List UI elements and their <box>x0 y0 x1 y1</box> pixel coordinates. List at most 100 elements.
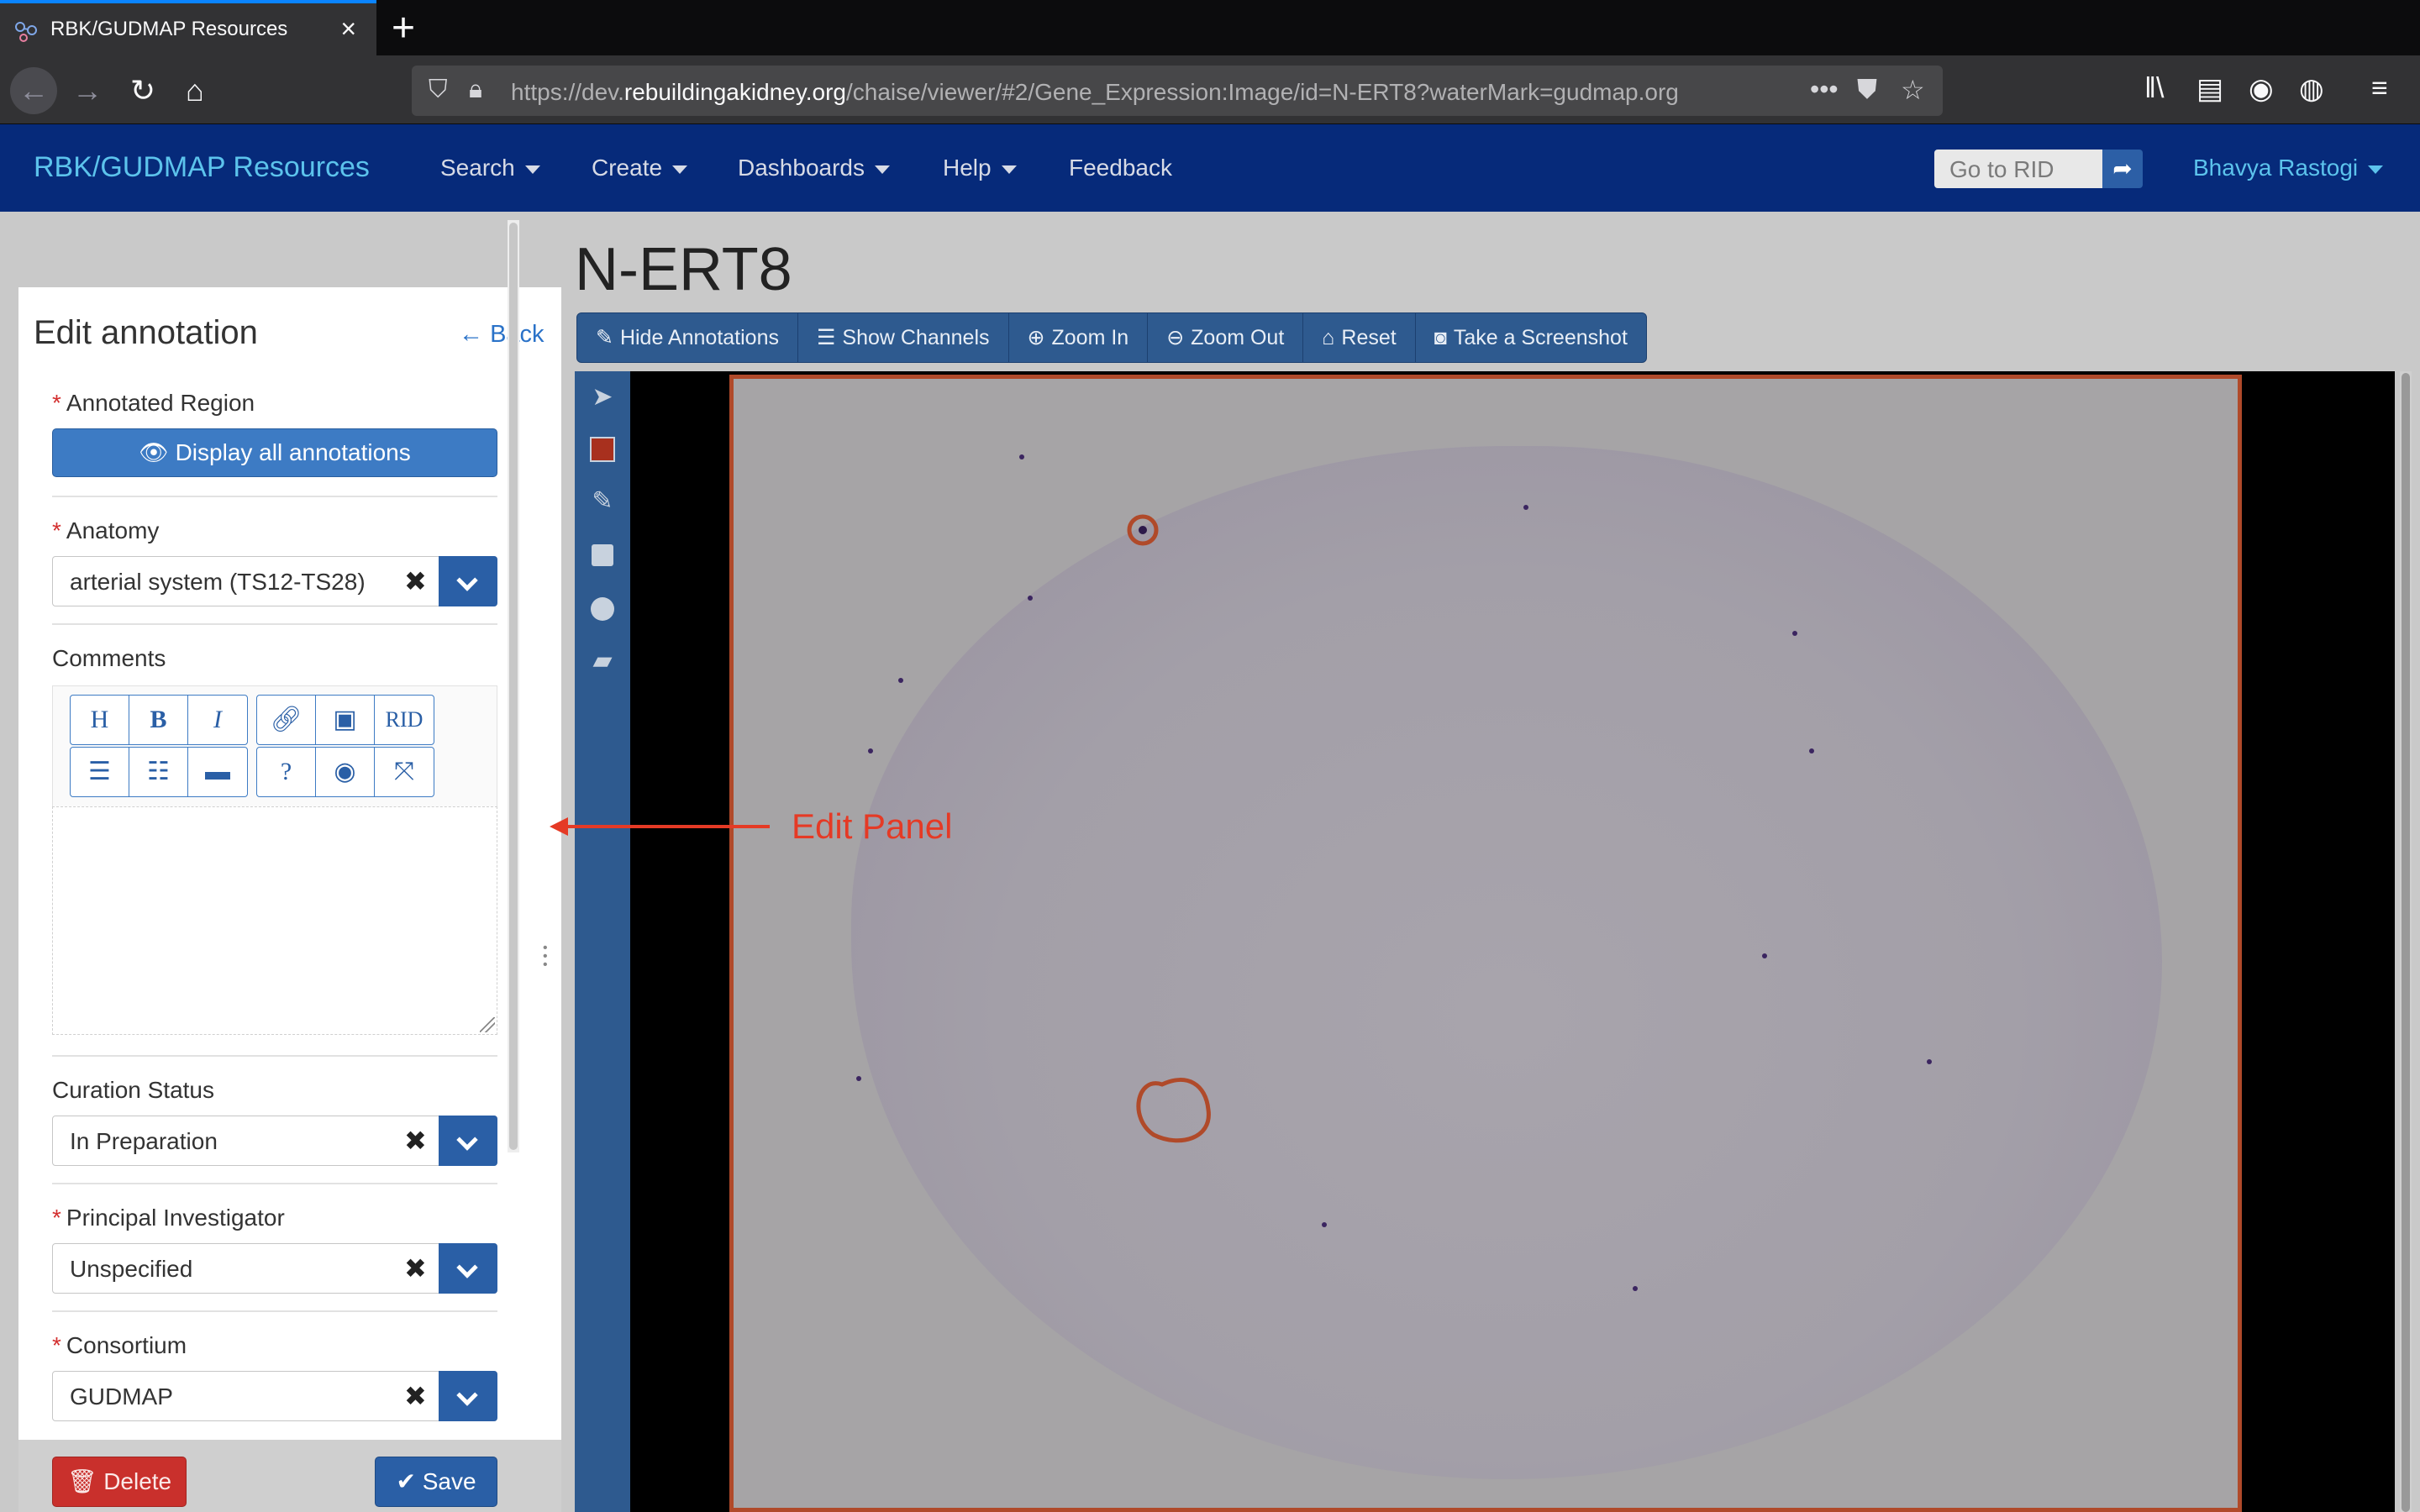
screenshot-button[interactable]: ◙ Take a Screenshot <box>1416 313 1646 362</box>
menu-help[interactable]: Help <box>943 155 1017 181</box>
callout-arrow-line <box>563 825 770 828</box>
clear-icon[interactable]: ✖ <box>404 1380 427 1412</box>
dropdown-button[interactable] <box>439 1116 497 1166</box>
curation-status-select[interactable]: In Preparation ✖ <box>52 1116 497 1166</box>
save-button[interactable]: ✔ Save <box>375 1457 497 1507</box>
site-favicon-icon <box>15 22 37 42</box>
drawing-toolbar: ➤ ✎ ▰ <box>575 371 630 1512</box>
resize-grip-icon[interactable] <box>480 1017 495 1032</box>
chevron-down-icon <box>456 1384 478 1406</box>
menu-feedback[interactable]: Feedback <box>1069 155 1172 181</box>
pocket-icon[interactable]: ⛊ <box>1857 74 1877 106</box>
consortium-label: * Consortium <box>52 1332 187 1358</box>
page-actions-icon[interactable]: ••• <box>1810 74 1839 105</box>
panel-scrollbar-thumb[interactable] <box>509 223 518 1150</box>
hamburger-menu-icon[interactable]: ≡ <box>2371 72 2388 105</box>
principal-investigator-label: * Principal Investigator <box>52 1205 285 1231</box>
divider <box>52 623 497 625</box>
color-swatch-icon[interactable] <box>588 435 617 464</box>
clear-icon[interactable]: ✖ <box>404 1125 427 1157</box>
anatomy-value: arterial system (TS12-TS28) <box>70 569 366 595</box>
zoom-out-button[interactable]: ⊖ Zoom Out <box>1148 313 1304 362</box>
show-channels-button[interactable]: ☰ Show Channels <box>798 313 1009 362</box>
shield-icon[interactable]: ⛉ <box>429 76 448 104</box>
resize-handle-icon[interactable]: • • • <box>543 942 550 972</box>
dropdown-button[interactable] <box>439 556 497 606</box>
comment-icon[interactable]: ▬ <box>188 748 247 796</box>
reload-icon[interactable]: ↻ <box>119 67 166 114</box>
go-to-rid-button[interactable]: ➦ <box>2102 150 2143 188</box>
delete-button[interactable]: 🗑︎ Delete <box>52 1457 187 1507</box>
circle-icon[interactable] <box>588 595 617 623</box>
browser-tab[interactable]: RBK/GUDMAP Resources × <box>0 0 376 55</box>
display-all-annotations-button[interactable]: 👁︎ Display all annotations <box>52 428 497 477</box>
new-tab-icon[interactable]: + <box>392 5 415 51</box>
tab-close-icon[interactable]: × <box>340 13 356 45</box>
preview-icon[interactable]: ◉ <box>316 748 375 796</box>
annotation-layer[interactable] <box>734 379 2238 1508</box>
back-link[interactable]: ← Back <box>459 321 544 349</box>
ordered-list-icon[interactable]: ☰ <box>71 748 129 796</box>
forward-arrow-icon[interactable]: → <box>64 67 111 114</box>
consortium-value: GUDMAP <box>70 1383 173 1410</box>
rid-button[interactable]: RID <box>375 696 434 744</box>
extension-icon[interactable]: ◍ <box>2299 72 2324 106</box>
brand-link[interactable]: RBK/GUDMAP Resources <box>34 151 370 184</box>
pencil-icon[interactable]: ✎ <box>588 487 617 516</box>
cursor-icon[interactable]: ➤ <box>588 383 617 412</box>
menu-create[interactable]: Create <box>592 155 688 181</box>
page-scrollbar-thumb[interactable] <box>2402 373 2410 1512</box>
md-group-view: ? ◉ ⤧ <box>256 747 434 797</box>
go-to-rid-input[interactable]: Go to RID <box>1934 150 2102 188</box>
unordered-list-icon[interactable]: ☷ <box>129 748 188 796</box>
heading-button[interactable]: H <box>71 696 129 744</box>
share-arrow-icon: ➦ <box>2112 155 2133 181</box>
dropdown-button[interactable] <box>439 1371 497 1421</box>
account-icon[interactable]: ◉ <box>2249 72 2274 106</box>
clear-icon[interactable]: ✖ <box>404 1252 427 1284</box>
fullscreen-icon[interactable]: ⤧ <box>375 748 434 796</box>
lock-icon[interactable]: 🔒︎ <box>469 76 482 104</box>
caret-down-icon <box>1001 165 1017 174</box>
url-text[interactable]: https://dev.rebuildingakidney.org/chaise… <box>511 79 1679 106</box>
clear-icon[interactable]: ✖ <box>404 565 427 597</box>
image-canvas[interactable] <box>729 375 2242 1512</box>
consortium-select[interactable]: GUDMAP ✖ <box>52 1371 497 1421</box>
user-menu[interactable]: Bhavya Rastogi <box>2193 155 2384 181</box>
caret-down-icon <box>672 165 688 174</box>
comments-textarea[interactable] <box>52 806 497 1035</box>
principal-investigator-value: Unspecified <box>70 1256 193 1282</box>
library-icon[interactable]: ‖\ <box>2144 72 2165 105</box>
edit-panel-callout: Edit Panel <box>792 806 953 846</box>
camera-icon: ◙ <box>1434 326 1447 349</box>
help-icon[interactable]: ? <box>257 748 316 796</box>
link-icon[interactable]: 🔗︎ <box>257 696 316 744</box>
hide-annotations-button[interactable]: ✎ Hide Annotations <box>577 313 798 362</box>
square-icon[interactable] <box>588 541 617 570</box>
principal-investigator-select[interactable]: Unspecified ✖ <box>52 1243 497 1294</box>
bold-button[interactable]: B <box>129 696 188 744</box>
bookmark-star-icon[interactable]: ☆ <box>1901 74 1925 106</box>
home-icon[interactable]: ⌂ <box>171 67 218 114</box>
markdown-toolbar: H B I 🔗︎ ▣ RID ☰ ☷ ▬ ? ◉ ⤧ <box>52 685 497 811</box>
sidebar-icon[interactable]: ▤ <box>2196 72 2223 106</box>
menu-search[interactable]: Search <box>440 155 540 181</box>
callout-arrow-icon <box>550 817 568 836</box>
zoom-in-button[interactable]: ⊕ Zoom In <box>1009 313 1149 362</box>
image-icon[interactable]: ▣ <box>316 696 375 744</box>
md-group-insert: 🔗︎ ▣ RID <box>256 695 434 745</box>
list-icon: ☰ <box>816 326 836 349</box>
annotation-freehand[interactable] <box>1136 1078 1211 1143</box>
browser-nav-bar: ← → ↻ ⌂ ⛉ 🔒︎ https://dev.rebuildingakidn… <box>0 55 2420 124</box>
dropdown-button[interactable] <box>439 1243 497 1294</box>
italic-button[interactable]: I <box>188 696 247 744</box>
url-bar[interactable]: ⛉ 🔒︎ https://dev.rebuildingakidney.org/c… <box>412 66 1943 116</box>
reset-button[interactable]: ⌂ Reset <box>1303 313 1416 362</box>
browser-tab-bar: RBK/GUDMAP Resources × + <box>0 0 2420 55</box>
back-arrow-icon[interactable]: ← <box>10 67 57 114</box>
edit-icon: ✎ <box>596 326 613 349</box>
menu-dashboards[interactable]: Dashboards <box>738 155 890 181</box>
anatomy-select[interactable]: arterial system (TS12-TS28) ✖ <box>52 556 497 606</box>
eraser-icon[interactable]: ▰ <box>588 647 617 675</box>
chevron-down-icon <box>456 570 478 591</box>
